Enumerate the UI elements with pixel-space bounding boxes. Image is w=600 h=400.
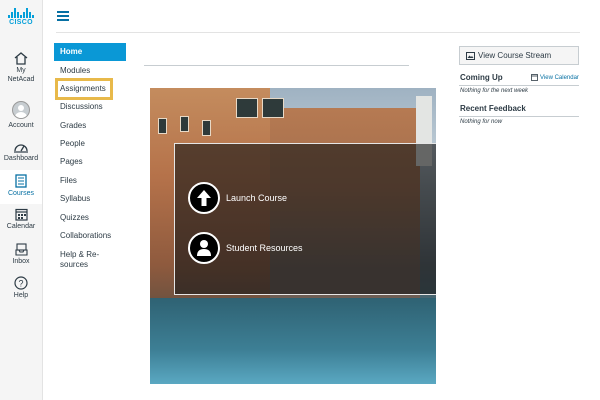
hero-window [202,120,211,136]
hero-window [158,118,167,134]
global-nav-courses[interactable]: Courses [0,170,42,204]
course-nav-syllabus[interactable]: Syllabus [54,190,126,208]
global-nav-my-netacad-line2: NetAcad [7,76,35,83]
course-nav-grades[interactable]: Grades [54,117,126,135]
hero-window [262,98,284,118]
view-course-stream-label: View Course Stream [478,51,552,60]
hero-canal-water [150,298,436,384]
hero-window [180,116,189,132]
view-calendar-link[interactable]: View Calendar [531,74,579,81]
coming-up-empty-text: Nothing for the next week [460,88,529,94]
global-nav-dashboard[interactable]: Dashboard [0,141,42,163]
view-course-stream-button[interactable]: View Course Stream [459,46,579,65]
svg-text:?: ? [18,279,23,289]
global-nav-help[interactable]: ? Help [0,276,42,300]
stream-icon [466,51,475,60]
course-nav-help-resources-line2: sources [60,260,89,269]
global-nav: CISCO My NetAcad Account Dashboard Cours… [0,0,43,400]
coming-up-divider [459,85,579,86]
avatar-icon [12,101,30,119]
global-nav-calendar-label: Calendar [6,223,36,230]
hamburger-menu-icon[interactable] [57,11,69,21]
launch-course-label: Launch Course [226,193,288,203]
calendar-icon [14,208,28,221]
calendar-small-icon [531,74,538,81]
global-nav-dashboard-label: Dashboard [3,155,39,162]
global-nav-my-netacad-line1: My [16,67,26,74]
help-icon: ? [14,276,28,290]
cisco-logo-text: CISCO [9,19,33,26]
cisco-logo[interactable]: CISCO [0,8,42,26]
student-resources-label: Student Resources [226,243,303,253]
global-nav-account-label: Account [8,122,34,129]
course-nav-home[interactable]: Home [54,43,126,61]
coming-up-heading: Coming Up [460,73,503,82]
view-calendar-label: View Calendar [540,74,579,81]
global-nav-calendar[interactable]: Calendar [0,208,42,231]
recent-feedback-empty-text: Nothing for now [460,119,503,125]
student-resources-button[interactable]: Student Resources [188,230,303,266]
courses-icon [15,174,27,188]
global-nav-inbox-label: Inbox [12,258,30,265]
dashboard-icon [14,144,28,153]
global-nav-help-label: Help [13,292,29,299]
global-nav-courses-label: Courses [7,190,35,197]
course-nav-files[interactable]: Files [54,172,126,190]
course-nav-discussions[interactable]: Discussions [54,98,126,116]
hero-window [236,98,258,118]
recent-feedback-heading: Recent Feedback [460,104,526,113]
launch-course-button[interactable]: Launch Course [188,180,287,216]
arrow-up-icon [188,182,220,214]
inbox-icon [14,243,28,256]
course-nav-collaborations[interactable]: Collaborations [54,227,126,245]
content-divider [144,65,409,66]
course-nav-help-resources[interactable]: Help & Re- sources [54,249,126,271]
course-nav-pages[interactable]: Pages [54,153,126,171]
assignments-highlight-box [55,78,113,100]
person-icon [188,232,220,264]
header-divider [56,32,580,33]
cisco-logo-bars-icon [0,8,42,18]
course-nav-quizzes[interactable]: Quizzes [54,209,126,227]
course-nav-people[interactable]: People [54,135,126,153]
global-nav-account[interactable]: Account [0,101,42,130]
global-nav-my-netacad[interactable]: My NetAcad [0,52,42,84]
home-icon [14,52,28,65]
recent-feedback-divider [459,116,579,117]
course-nav-help-resources-line1: Help & Re- [60,250,100,259]
global-nav-inbox[interactable]: Inbox [0,243,42,266]
course-launch-panel: Launch Course Student Resources [174,143,436,295]
